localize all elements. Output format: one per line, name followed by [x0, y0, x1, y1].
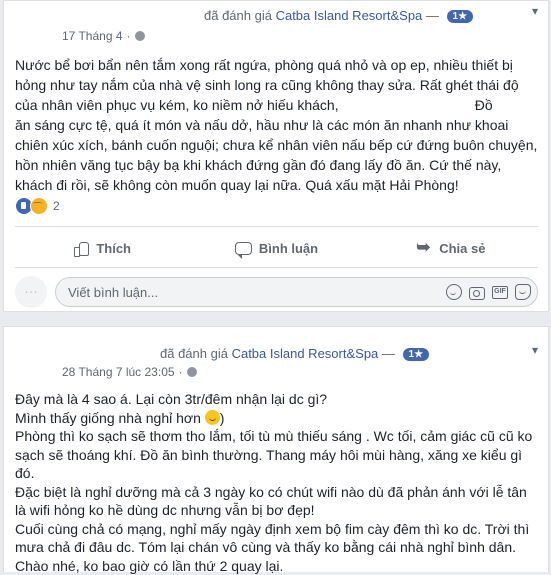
camera-icon[interactable]	[469, 287, 485, 300]
share-label: Chia sẻ	[439, 241, 485, 256]
post-date: 28 Tháng 7 lúc 23:05 ·	[62, 365, 197, 379]
review-text: Đây mà là 4 sao á. Lại còn 3tr/đêm nhận …	[15, 390, 538, 575]
comment-composer: Viết bình luận... GIF	[15, 276, 538, 308]
gif-icon[interactable]: GIF	[492, 286, 508, 299]
rating-badge: 1★	[447, 10, 474, 23]
comment-tools: GIF	[446, 284, 531, 300]
globe-icon	[187, 367, 197, 377]
date-link[interactable]: 17 Tháng 4	[62, 29, 123, 43]
review-line-text: là wifi hỏng ko hề dùng dc nhưng vẫn bị …	[15, 501, 538, 520]
review-line-part: Mình thấy giống nhà nghỉ hơn	[15, 410, 201, 426]
review-line-text: sạch sẽ thoáng khí. Đồ ăn bình thường. T…	[15, 446, 538, 465]
review-prefix: đã đánh giá	[160, 346, 228, 361]
review-post: đã đánh giá Catba Island Resort&Spa — 1★…	[3, 0, 549, 312]
smile-icon[interactable]	[446, 284, 462, 300]
review-line-text: Đây mà là 4 sao á. Lại còn 3tr/đêm nhận …	[15, 390, 538, 409]
review-text: Nước bể bơi bẩn nên tắm xong rất ngứa, p…	[15, 55, 538, 195]
review-line-text: Mình thấy giống nhà nghỉ hơn )	[15, 409, 538, 428]
review-line-text: đó.	[15, 464, 538, 483]
smile-emoji-icon	[205, 410, 220, 425]
review-line-text: Đặc biệt là nghỉ dưỡng mà cả 3 ngày ko c…	[15, 483, 538, 502]
review-line-text: chiên xúc xích, bánh cuốn nguội; chưa kể…	[15, 135, 538, 155]
like-button[interactable]: Thích	[15, 233, 189, 263]
review-line-text: mưa chả đi đâu dc. Tóm lại chán vô cùng …	[15, 538, 538, 557]
sad-reaction-icon	[30, 197, 48, 215]
place-link[interactable]: Catba Island Resort&Spa	[276, 8, 423, 23]
comment-icon	[235, 242, 252, 255]
rating-badge: 1★	[403, 348, 430, 361]
date-link[interactable]: 28 Tháng 7 lúc 23:05	[62, 365, 175, 379]
review-dash: —	[426, 8, 439, 23]
post-header: đã đánh giá Catba Island Resort&Spa — 1★…	[4, 1, 548, 29]
chevron-down-icon[interactable]: ▾	[532, 4, 538, 18]
post-actions: Thích Bình luận Chia sẻ	[15, 233, 538, 263]
review-prefix: đã đánh giá	[204, 8, 272, 23]
sticker-icon[interactable]	[515, 284, 531, 300]
place-link[interactable]: Catba Island Resort&Spa	[232, 346, 379, 361]
date-separator: ·	[179, 365, 183, 379]
like-label: Thích	[96, 241, 131, 256]
comment-button[interactable]: Bình luận	[189, 233, 363, 263]
review-line: đã đánh giá Catba Island Resort&Spa — 1★	[160, 346, 429, 361]
review-line-text: của nhân viên phục vụ kém, ko niềm nở hi…	[15, 95, 538, 115]
review-line-text: khách đi rồi, sẽ không còn muốn quay lại…	[15, 175, 538, 195]
review-line-text: ăn sáng cực tệ, quá ít món và nấu dở, hầ…	[15, 115, 538, 135]
comment-input[interactable]: Viết bình luận... GIF	[55, 277, 538, 307]
review-line-text: hồn nhiên văng tục bậy bạ khi khách đứng…	[15, 155, 538, 175]
reaction-count: 2	[53, 199, 60, 213]
comment-placeholder: Viết bình luận...	[68, 285, 446, 300]
review-line-text: Cuối cùng chả có mạng, nghỉ mấy ngày địn…	[15, 520, 538, 539]
date-separator: ·	[127, 29, 131, 43]
comment-label: Bình luận	[259, 241, 318, 256]
avatar	[15, 276, 47, 308]
review-line: đã đánh giá Catba Island Resort&Spa — 1★	[204, 8, 473, 23]
review-line-text: Phòng thì ko sạch sẽ thơm tho lắm, tối t…	[15, 427, 538, 446]
divider	[15, 267, 538, 268]
chevron-down-icon[interactable]: ▾	[532, 343, 538, 357]
review-line-part: )	[220, 410, 225, 426]
thumbs-up-icon	[73, 240, 89, 256]
divider	[15, 226, 538, 227]
review-dash: —	[382, 346, 395, 361]
post-date: 17 Tháng 4 ·	[62, 29, 145, 43]
review-post: đã đánh giá Catba Island Resort&Spa — 1★…	[3, 326, 549, 572]
share-icon	[416, 240, 432, 256]
globe-icon	[135, 31, 145, 41]
post-header: đã đánh giá Catba Island Resort&Spa — 1★…	[4, 327, 548, 355]
review-line-text: Nước bể bơi bẩn nên tắm xong rất ngứa, p…	[15, 55, 538, 75]
reaction-summary[interactable]: 2	[15, 197, 60, 215]
review-line-text: Chào nhé, ko bao giờ có lần thứ 2 quay l…	[15, 557, 538, 575]
review-line-text: hỏng như tay nắm của nhà vệ sinh long ra…	[15, 75, 538, 95]
share-button[interactable]: Chia sẻ	[364, 233, 538, 263]
